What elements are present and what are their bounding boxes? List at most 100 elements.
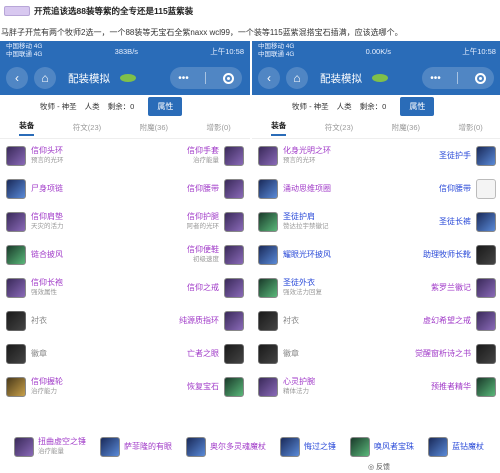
tab-equipment[interactable]: 装备 (271, 120, 287, 136)
right-screenshot: 中国移动 4G 中国联通 4G 0.00K/s 上午10:58 ‹ ⌂ 配装模拟… (252, 41, 500, 473)
gear-slot[interactable]: 信仰腰带 (187, 178, 244, 199)
gear-slot[interactable]: 助理牧师长靴 (423, 244, 496, 265)
tab-enchants[interactable]: 附魔(36) (392, 122, 420, 133)
left-screenshot: 中国移动 4G 中国联通 4G 383B/s 上午10:58 ‹ ⌂ 配装模拟 … (0, 41, 250, 473)
item-name: 尸身项链 (31, 183, 63, 193)
item-name: 圣徒护手 (439, 150, 471, 160)
item-icon (476, 343, 496, 364)
item-icon (476, 178, 496, 199)
gear-slot[interactable]: 心灵护腕 精体法力 (258, 376, 315, 397)
item-icon (476, 277, 496, 298)
attributes-button[interactable]: 属性 (400, 96, 435, 116)
item-icon (258, 145, 278, 166)
item-name: 圣徒外衣 (283, 277, 315, 287)
gear-slot[interactable]: 唤风者宝珠 (350, 436, 414, 457)
page-title: 配装模拟 (68, 72, 110, 85)
gear-slot[interactable]: 恢复宝石 (187, 376, 244, 397)
gear-slot[interactable]: 徽章 (258, 343, 299, 364)
gear-slot[interactable]: 亡者之眼 (187, 343, 244, 364)
tab-gems[interactable]: 增影(0) (207, 122, 231, 133)
feedback-link[interactable]: ◎ 反馈 (368, 462, 390, 472)
gear-slot[interactable]: 尸身项链 (6, 178, 63, 199)
item-icon (6, 343, 26, 364)
tab-runes[interactable]: 符文(23) (73, 122, 101, 133)
gear-slot[interactable]: 紫罗兰徽记 (431, 277, 496, 298)
back-icon[interactable]: ‹ (258, 67, 280, 89)
item-icon (258, 343, 278, 364)
gear-slot[interactable]: 衬衣 (6, 310, 47, 331)
gear-slot[interactable]: 圣徒外衣 强效法力回复 (258, 277, 322, 298)
item-icon (280, 436, 300, 457)
gear-slot[interactable]: 圣徒长裤 (439, 211, 496, 232)
item-name: 唤风者宝珠 (374, 441, 414, 451)
gear-slot[interactable]: 扭曲虚空之锤 治疗能量 (14, 436, 86, 457)
item-icon (6, 310, 26, 331)
gear-slot[interactable]: 信仰腰带 (439, 178, 496, 199)
more-icon[interactable]: ••• (178, 73, 189, 84)
item-name: 信仰长袍 (31, 277, 63, 287)
carrier-1: 中国移动 4G (258, 43, 295, 50)
gear-slot[interactable]: 信仰护腿 阿者的光环 (187, 211, 244, 232)
gear-slot[interactable]: 衬衣 (258, 310, 299, 331)
item-icon (100, 436, 120, 457)
race-select[interactable]: 人类 (85, 101, 100, 112)
item-name: 信仰肩垫 (31, 211, 63, 221)
item-icon (6, 376, 26, 397)
item-icon (6, 244, 26, 265)
close-miniprogram-icon[interactable] (474, 72, 486, 84)
gear-slot[interactable]: 奥尔多灵魂魔杖 (186, 436, 266, 457)
home-icon[interactable]: ⌂ (286, 67, 308, 89)
gear-slot[interactable]: 蓝钻魔杖 (428, 436, 484, 457)
item-enchant: 赞达拉宇禁徽记 (283, 222, 329, 230)
item-icon (224, 277, 244, 298)
gear-slot[interactable]: 预推者精华 (431, 376, 496, 397)
race-select[interactable]: 人类 (337, 101, 352, 112)
gear-slot[interactable]: 涌动思维项圈 (258, 178, 331, 199)
mini-program-capsule: ••• (422, 67, 494, 89)
gear-row: 信仰头环 预言的光环 信仰手套 治疗能量 (0, 139, 250, 172)
back-icon[interactable]: ‹ (6, 67, 28, 89)
gear-slot[interactable]: 耀眼光环披风 (258, 244, 331, 265)
class-select[interactable]: 牧师 - 神圣 (292, 101, 329, 112)
attributes-button[interactable]: 属性 (148, 96, 183, 116)
more-icon[interactable]: ••• (430, 73, 441, 84)
status-bar: 中国移动 4G 中国联通 4G 0.00K/s 上午10:58 (252, 41, 500, 61)
tab-gems[interactable]: 增影(0) (459, 122, 483, 133)
gear-slot[interactable]: 信仰握轮 治疗能力 (6, 376, 63, 397)
gear-slot[interactable]: 信仰手套 治疗能量 (187, 145, 244, 166)
tab-enchants[interactable]: 附魔(36) (140, 122, 168, 133)
gear-slot[interactable]: 虚幻希望之戒 (423, 310, 496, 331)
gear-slot[interactable]: 信仰之戒 (187, 277, 244, 298)
item-enchant: 治疗能力 (31, 387, 57, 395)
home-icon[interactable]: ⌂ (34, 67, 56, 89)
gear-row: 链合披风 信仰便鞋 初级速度 (0, 238, 250, 271)
gear-slot[interactable]: 觉醒窗析诗之书 (415, 343, 496, 364)
gear-slot[interactable]: 萨菲隆的有眼 (100, 436, 172, 457)
status-bar: 中国移动 4G 中国联通 4G 383B/s 上午10:58 (0, 41, 250, 61)
tab-runes[interactable]: 符文(23) (325, 122, 353, 133)
tab-bar: 装备 符文(23) 附魔(36) 增影(0) (252, 117, 500, 139)
gear-slot[interactable]: 纯源质指环 (179, 310, 244, 331)
item-name: 信仰头环 (31, 145, 63, 155)
gear-slot[interactable]: 链合披风 (6, 244, 63, 265)
gear-slot[interactable]: 信仰头环 预言的光环 (6, 145, 64, 166)
carrier-1: 中国移动 4G (6, 43, 43, 50)
item-name: 虚幻希望之戒 (423, 315, 471, 325)
gear-slot[interactable]: 圣徒护手 (439, 145, 496, 166)
class-select[interactable]: 牧师 - 神圣 (40, 101, 77, 112)
gear-row: 涌动思维项圈 信仰腰带 (252, 172, 500, 205)
gear-row: 尸身项链 信仰腰带 (0, 172, 250, 205)
gear-slot[interactable]: 悔过之锤 (280, 436, 336, 457)
gear-slot[interactable]: 徽章 (6, 343, 47, 364)
gear-slot[interactable]: 圣徒护肩 赞达拉宇禁徽记 (258, 211, 329, 232)
gear-slot[interactable]: 化身光明之环 预言的光环 (258, 145, 331, 166)
gear-slot[interactable]: 信仰肩垫 天灾的活力 (6, 211, 64, 232)
gear-slot[interactable]: 信仰长袍 强效属性 (6, 277, 63, 298)
item-name: 徽章 (31, 348, 47, 358)
item-name: 信仰手套 (187, 145, 219, 155)
close-miniprogram-icon[interactable] (222, 72, 234, 84)
gear-slot[interactable]: 信仰便鞋 初级速度 (187, 244, 244, 265)
item-name: 信仰握轮 (31, 376, 63, 386)
item-name: 徽章 (283, 348, 299, 358)
tab-equipment[interactable]: 装备 (19, 120, 35, 136)
